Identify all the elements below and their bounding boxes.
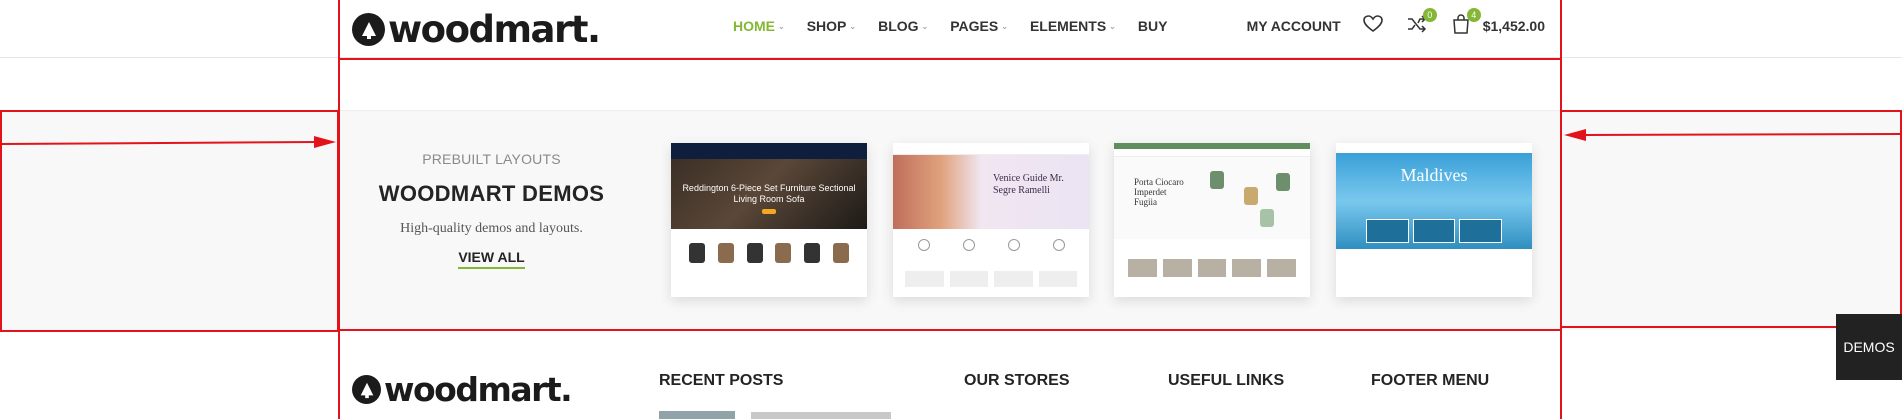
annotation-arrows xyxy=(1,129,1901,148)
arrow-right-icon xyxy=(314,136,336,148)
demos-side-tab[interactable]: DEMOS xyxy=(1836,314,1902,380)
arrow-left-icon xyxy=(1564,129,1586,141)
